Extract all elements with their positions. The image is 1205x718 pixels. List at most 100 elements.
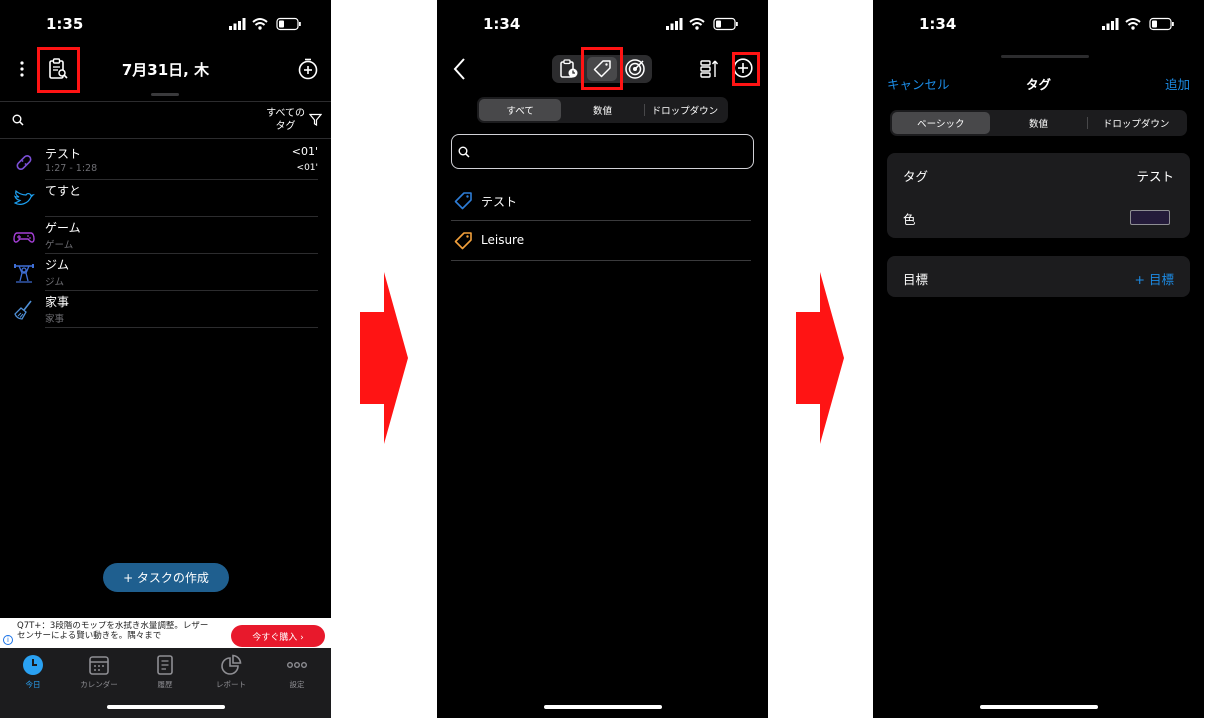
tab-report[interactable]: レポート [198,652,264,692]
segment-all[interactable]: すべて [479,99,562,121]
task-duration: <01' [291,145,318,158]
tab-label: 設定 [289,680,305,689]
tag-name-value[interactable]: テスト [1136,166,1174,185]
tag-name-row[interactable]: タグ テスト [887,153,1190,195]
add-button[interactable]: 追加 [1165,74,1190,93]
task-row[interactable]: ジム ジム [10,254,318,291]
add-goal-button[interactable]: + 目標 [1135,269,1174,288]
arrow-right-icon [796,272,844,444]
tab-label: カレンダー [80,680,118,689]
task-subtitle: 1:27 - 1:28 [45,163,98,174]
divider [0,101,331,102]
tag-icon [454,232,472,250]
calendar-icon [89,656,109,675]
home-indicator [980,705,1098,709]
task-name: ジム [45,258,70,272]
sheet-grabber[interactable] [151,93,179,96]
task-subtitle: ジム [45,277,65,288]
tab-settings[interactable]: 設定 [264,652,330,692]
tab-history[interactable]: 履歴 [132,652,198,692]
tag-row-leisure[interactable]: Leisure [451,221,751,261]
document-icon [157,655,173,675]
home-indicator [107,705,225,709]
tag-row-test[interactable]: テスト [451,181,751,221]
sheet-grabber[interactable] [1001,55,1089,58]
task-subtitle: ゲーム [45,240,74,251]
task-subtitle: 家事 [45,314,65,325]
goal-label: 目標 [903,272,929,287]
tab-label: 履歴 [157,680,173,689]
tab-bar: 今日 カレンダー 履歴 レポート 設定 [0,648,331,718]
task-name: てすと [45,184,82,198]
segmented-control: すべて 数値 ドロップダウン [477,97,728,123]
tag-icon [454,192,472,210]
filter-icon[interactable] [309,113,322,126]
status-icons [229,17,301,31]
status-icons [666,17,738,31]
ad-buy-button[interactable]: 今すぐ購入 › [231,625,325,647]
highlight-box [37,47,80,93]
task-name: ゲーム [45,221,81,235]
back-chevron-icon[interactable] [453,57,467,81]
status-time: 1:34 [919,15,957,33]
bird-icon [13,189,35,205]
bandage-icon [16,155,32,170]
segment-dropdown[interactable]: ドロップダウン [1087,112,1185,134]
search-icon[interactable] [12,114,24,126]
tag-filter-line1: すべての [266,108,305,119]
broom-icon [14,300,32,320]
tag-filter-label[interactable]: すべての タグ [266,107,305,133]
tab-today[interactable]: 今日 [0,652,66,692]
task-name: テスト [45,147,82,161]
goal-card: 目標 + 目標 [887,256,1190,297]
info-icon[interactable]: i [3,635,13,645]
divider [0,138,331,139]
task-row[interactable]: ゲーム ゲーム [10,217,318,254]
tab-label: レポート [216,680,246,689]
segment-numeric[interactable]: 数値 [561,99,643,121]
tab-calendar[interactable]: カレンダー [66,652,132,692]
tag-label: Leisure [481,233,525,247]
search-input[interactable] [451,134,754,169]
pie-chart-icon [221,654,242,675]
segment-dropdown[interactable]: ドロップダウン [643,99,726,121]
target-icon[interactable] [624,58,646,80]
create-task-button[interactable]: + タスクの作成 [103,563,229,592]
clock-icon [23,655,43,675]
screen-new-tag: 1:34 キャンセル タグ 追加 ベーシック 数値 ドロップダウン タグ テスト… [873,0,1204,718]
color-label: 色 [903,212,916,227]
ad-banner[interactable]: i Q7T+：3段階のモップを水拭き水量調整。レザーセンサーによる賢い動きを。隅… [0,618,331,648]
search-row: すべての タグ [0,104,331,138]
highlight-box [732,52,760,86]
segment-numeric[interactable]: 数値 [990,112,1088,134]
color-row[interactable]: 色 [887,196,1190,238]
color-swatch[interactable] [1130,210,1170,225]
task-row[interactable]: テスト 1:27 - 1:28 <01' <01' [10,143,318,180]
gamepad-icon [13,232,35,243]
clipboard-clock-icon[interactable] [558,58,580,80]
tag-name-label: タグ [903,169,929,184]
task-row[interactable]: 家事 家事 [10,291,318,328]
basic-settings-card: タグ テスト 色 [887,153,1190,238]
status-bar: 1:34 [873,0,1204,48]
home-indicator [544,705,662,709]
screen-tags: 1:34 すべて 数値 ドロップダウン テスト Leisure [437,0,768,718]
arrow-right-icon [360,272,408,444]
sort-icon[interactable] [699,58,721,80]
segment-basic[interactable]: ベーシック [892,112,990,134]
status-time: 1:35 [46,15,84,33]
page-title: タグ [1025,77,1051,92]
ad-text: Q7T+：3段階のモップを水拭き水量調整。レザーセンサーによる賢い動きを。隅々ま… [17,621,209,641]
search-icon [458,146,470,158]
task-row[interactable]: てすと [10,180,318,217]
screen-today: 1:35 7月31日, 木 すべての タグ テスト 1:27 - 1:28 <0… [0,0,331,718]
tag-label: テスト [481,195,518,209]
row-divider [45,327,318,328]
add-timer-icon[interactable] [297,57,319,81]
highlight-box [581,47,623,90]
weightlifting-icon [14,264,34,283]
status-time: 1:34 [483,15,521,33]
goal-row[interactable]: 目標 + 目標 [887,256,1190,298]
more-dots-icon [287,661,307,668]
task-duration-today: <01' [296,163,318,173]
